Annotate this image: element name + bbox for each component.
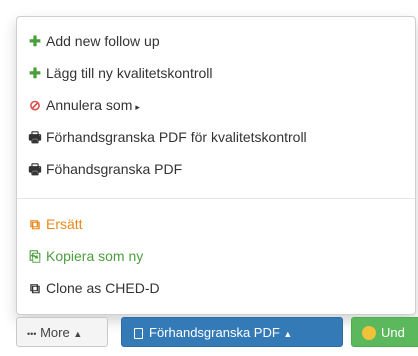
award-icon xyxy=(362,326,376,340)
action-button-bar: ••• More ▲ Förhandsgranska PDF ▲ Und xyxy=(0,317,418,356)
submenu-caret-icon: ▸ xyxy=(135,102,140,112)
menu-item-add-quality-control[interactable]: ✚ Lägg till ny kvalitetskontroll xyxy=(28,63,213,83)
print-icon: 🖶 xyxy=(28,129,42,145)
print-icon: 🖶 xyxy=(28,161,42,177)
menu-item-add-follow-up[interactable]: ✚ Add new follow up xyxy=(28,31,160,51)
menu-item-label: Lägg till ny kvalitetskontroll xyxy=(46,65,213,81)
menu-item-replace[interactable]: ⧉ Ersätt xyxy=(28,214,83,234)
award-button[interactable]: Und xyxy=(351,317,418,347)
more-button-label: More xyxy=(40,325,70,340)
menu-item-label: Föhandsgranska PDF xyxy=(46,161,183,177)
file-icon xyxy=(134,328,143,339)
plus-icon: ✚ xyxy=(29,33,41,49)
menu-item-label: Annulera som xyxy=(46,97,133,113)
award-button-label: Und xyxy=(381,325,405,340)
replace-icon: ⧉ xyxy=(30,216,40,232)
ellipsis-icon: ••• xyxy=(27,329,37,339)
menu-item-preview-pdf-quality[interactable]: 🖶 Förhandsgranska PDF för kvalitetskontro… xyxy=(28,127,307,147)
menu-item-label: Add new follow up xyxy=(46,33,160,49)
preview-pdf-button[interactable]: Förhandsgranska PDF ▲ xyxy=(121,317,343,347)
menu-item-cancel-as[interactable]: ⊘ Annulera som ▸ xyxy=(28,95,140,115)
preview-pdf-label: Förhandsgranska PDF xyxy=(149,325,280,340)
clone-icon: ⧉ xyxy=(30,280,40,296)
menu-item-label: Clone as CHED-D xyxy=(46,280,160,296)
caret-up-icon: ▲ xyxy=(73,329,83,339)
copy-icon: ⎘ xyxy=(29,248,41,264)
ban-icon: ⊘ xyxy=(29,97,41,113)
more-button[interactable]: ••• More ▲ xyxy=(16,317,108,347)
menu-divider xyxy=(17,198,415,199)
menu-item-copy-as-new[interactable]: ⎘ Kopiera som ny xyxy=(28,246,143,266)
menu-item-label: Ersätt xyxy=(46,216,83,232)
plus-icon: ✚ xyxy=(29,65,41,81)
menu-item-label: Kopiera som ny xyxy=(46,248,144,264)
caret-up-icon: ▲ xyxy=(283,329,293,339)
menu-item-clone-ched-d[interactable]: ⧉ Clone as CHED-D xyxy=(28,278,160,298)
menu-item-preview-pdf[interactable]: 🖶 Föhandsgranska PDF xyxy=(28,159,182,179)
menu-item-label: Förhandsgranska PDF för kvalitetskontrol… xyxy=(46,129,307,145)
